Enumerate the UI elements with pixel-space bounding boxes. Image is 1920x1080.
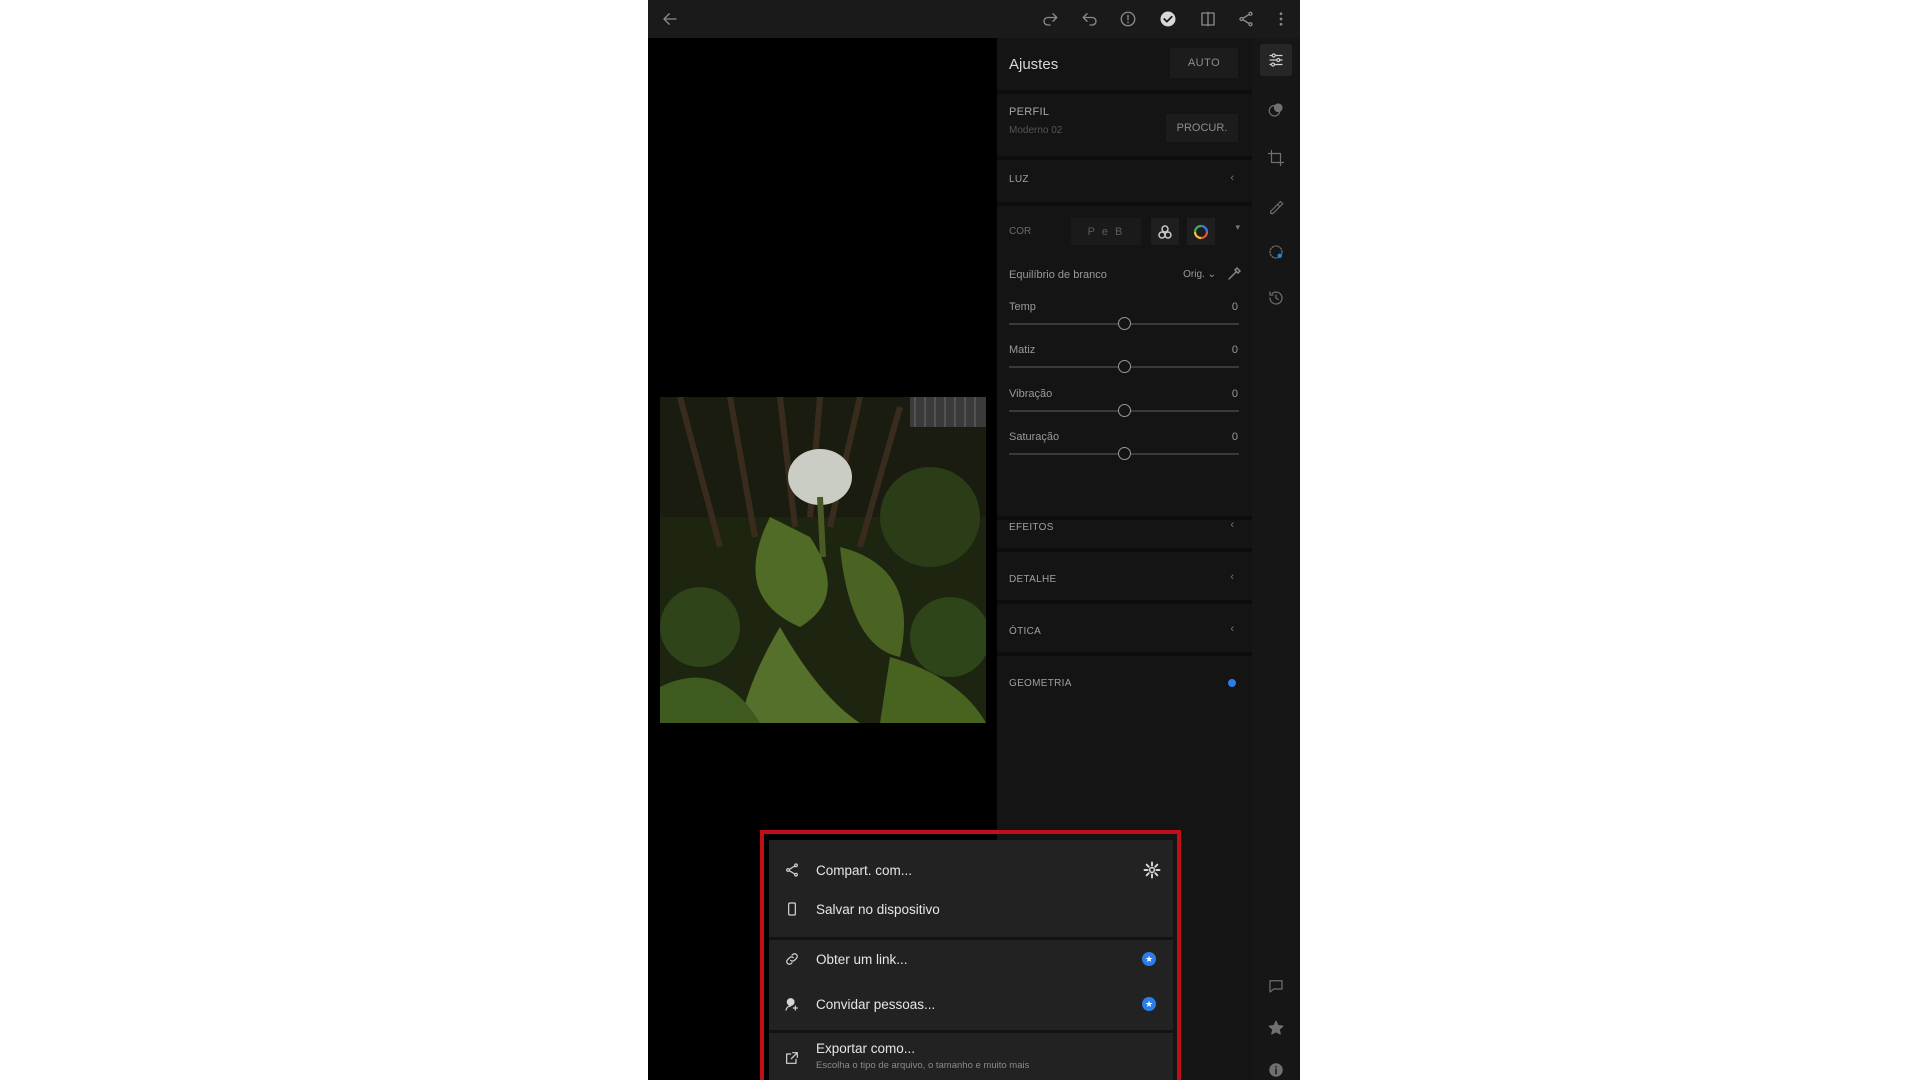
divider (997, 90, 1252, 94)
vibrance-slider[interactable] (1009, 404, 1239, 417)
share-menu: Compart. com... Salvar no dispositivo Ob… (769, 840, 1173, 1080)
slider-knob[interactable] (1118, 447, 1131, 460)
slider-label-tint: Matiz (1009, 344, 1036, 356)
chevron-left-icon[interactable]: ‹ (1230, 519, 1234, 531)
get-link-item[interactable]: Obter um link... ★ (769, 940, 1173, 978)
photo-calla-lily (660, 397, 986, 723)
chevron-down-icon[interactable]: ▾ (1235, 222, 1240, 233)
export-as-label: Exportar como... (816, 1041, 916, 1056)
profile-value: Moderno 02 (1009, 125, 1063, 136)
slider-value-tint[interactable]: 0 (1232, 344, 1238, 356)
slider-value-temp[interactable]: 0 (1232, 301, 1238, 313)
slider-knob[interactable] (1118, 404, 1131, 417)
adjust-sliders-icon[interactable] (1264, 48, 1288, 72)
add-person-icon (783, 995, 801, 1013)
link-icon (783, 950, 801, 968)
slider-label-temp: Temp (1009, 301, 1036, 313)
eyedropper-icon[interactable] (1226, 266, 1242, 282)
share-with-label: Compart. com... (816, 862, 913, 878)
history-icon[interactable] (1264, 286, 1288, 310)
saturation-slider[interactable] (1009, 447, 1239, 460)
section-geometria[interactable]: GEOMETRIA (1009, 678, 1072, 689)
divider (997, 652, 1252, 656)
export-icon (783, 1049, 801, 1067)
divider (997, 516, 1252, 520)
premium-star-icon: ★ (1142, 997, 1156, 1011)
auto-button[interactable]: AUTO (1170, 48, 1238, 78)
share-icon[interactable] (1234, 7, 1258, 31)
export-as-item[interactable]: Exportar como... Escolha o tipo de arqui… (769, 1036, 1173, 1080)
section-efeitos[interactable]: EFEITOS (1009, 522, 1054, 533)
section-otica[interactable]: ÓTICA (1009, 626, 1041, 637)
invite-people-item[interactable]: Convidar pessoas... ★ (769, 985, 1173, 1023)
color-grading-icon[interactable] (1187, 218, 1215, 245)
section-detalhe[interactable]: DETALHE (1009, 574, 1056, 585)
divider (997, 156, 1252, 160)
chevron-left-icon[interactable]: ‹ (1230, 623, 1234, 635)
check-done-icon[interactable] (1156, 7, 1180, 31)
temp-slider[interactable] (1009, 317, 1239, 330)
info-icon[interactable] (1264, 1058, 1288, 1080)
masking-icon[interactable] (1264, 240, 1288, 264)
white-balance-value: Orig. (1183, 269, 1205, 280)
crop-icon[interactable] (1264, 146, 1288, 170)
chevron-left-icon[interactable]: ‹ (1230, 172, 1234, 184)
divider (997, 202, 1252, 206)
presets-icon[interactable] (1264, 98, 1288, 122)
premium-star-icon: ★ (1142, 952, 1156, 966)
healing-brush-icon[interactable] (1264, 194, 1288, 218)
phone-icon (783, 900, 801, 918)
more-options-icon[interactable] (1269, 7, 1293, 31)
get-link-label: Obter um link... (816, 951, 908, 967)
top-toolbar (648, 0, 1300, 38)
bw-button[interactable]: P e B (1071, 218, 1141, 245)
divider (997, 600, 1252, 604)
tint-slider[interactable] (1009, 360, 1239, 373)
profile-label: PERFIL (1009, 106, 1050, 118)
menu-group-cloud: Obter um link... ★ Convidar pessoas... ★ (769, 940, 1173, 1030)
compare-icon[interactable] (1196, 7, 1220, 31)
browse-profiles-button[interactable]: PROCUR. (1166, 114, 1238, 142)
slider-value-saturation[interactable]: 0 (1232, 431, 1238, 443)
color-mix-icon[interactable] (1151, 218, 1179, 245)
premium-badge-icon (1228, 679, 1236, 687)
share-icon (783, 861, 801, 879)
white-balance-label: Equilíbrio de branco (1009, 269, 1107, 281)
slider-label-vibrance: Vibração (1009, 388, 1053, 400)
slider-label-saturation: Saturação (1009, 431, 1060, 443)
section-cor[interactable]: COR (1009, 226, 1031, 237)
slider-knob[interactable] (1118, 360, 1131, 373)
white-balance-select[interactable]: Orig. ⌄ (1183, 269, 1216, 280)
gear-icon[interactable] (1143, 861, 1161, 879)
slider-knob[interactable] (1118, 317, 1131, 330)
invite-people-label: Convidar pessoas... (816, 996, 936, 1012)
menu-group-export: Exportar como... Escolha o tipo de arqui… (769, 1033, 1173, 1080)
star-rating-icon[interactable] (1264, 1016, 1288, 1040)
help-icon[interactable] (1116, 7, 1140, 31)
section-luz[interactable]: LUZ (1009, 174, 1029, 185)
save-to-device-label: Salvar no dispositivo (816, 901, 940, 917)
back-arrow-icon[interactable] (658, 7, 682, 31)
menu-group-share: Compart. com... Salvar no dispositivo (769, 840, 1173, 937)
slider-value-vibrance[interactable]: 0 (1232, 388, 1238, 400)
save-to-device-item[interactable]: Salvar no dispositivo (769, 890, 1173, 928)
chevron-left-icon[interactable]: ‹ (1230, 571, 1234, 583)
divider (997, 548, 1252, 552)
comment-icon[interactable] (1264, 974, 1288, 998)
redo-icon[interactable] (1038, 7, 1062, 31)
tool-rail (1252, 38, 1300, 1080)
export-as-description: Escolha o tipo de arquivo, o tamanho e m… (816, 1060, 1030, 1071)
share-with-item[interactable]: Compart. com... (769, 851, 1173, 889)
undo-icon[interactable] (1078, 7, 1102, 31)
panel-title: Ajustes (1009, 56, 1059, 73)
